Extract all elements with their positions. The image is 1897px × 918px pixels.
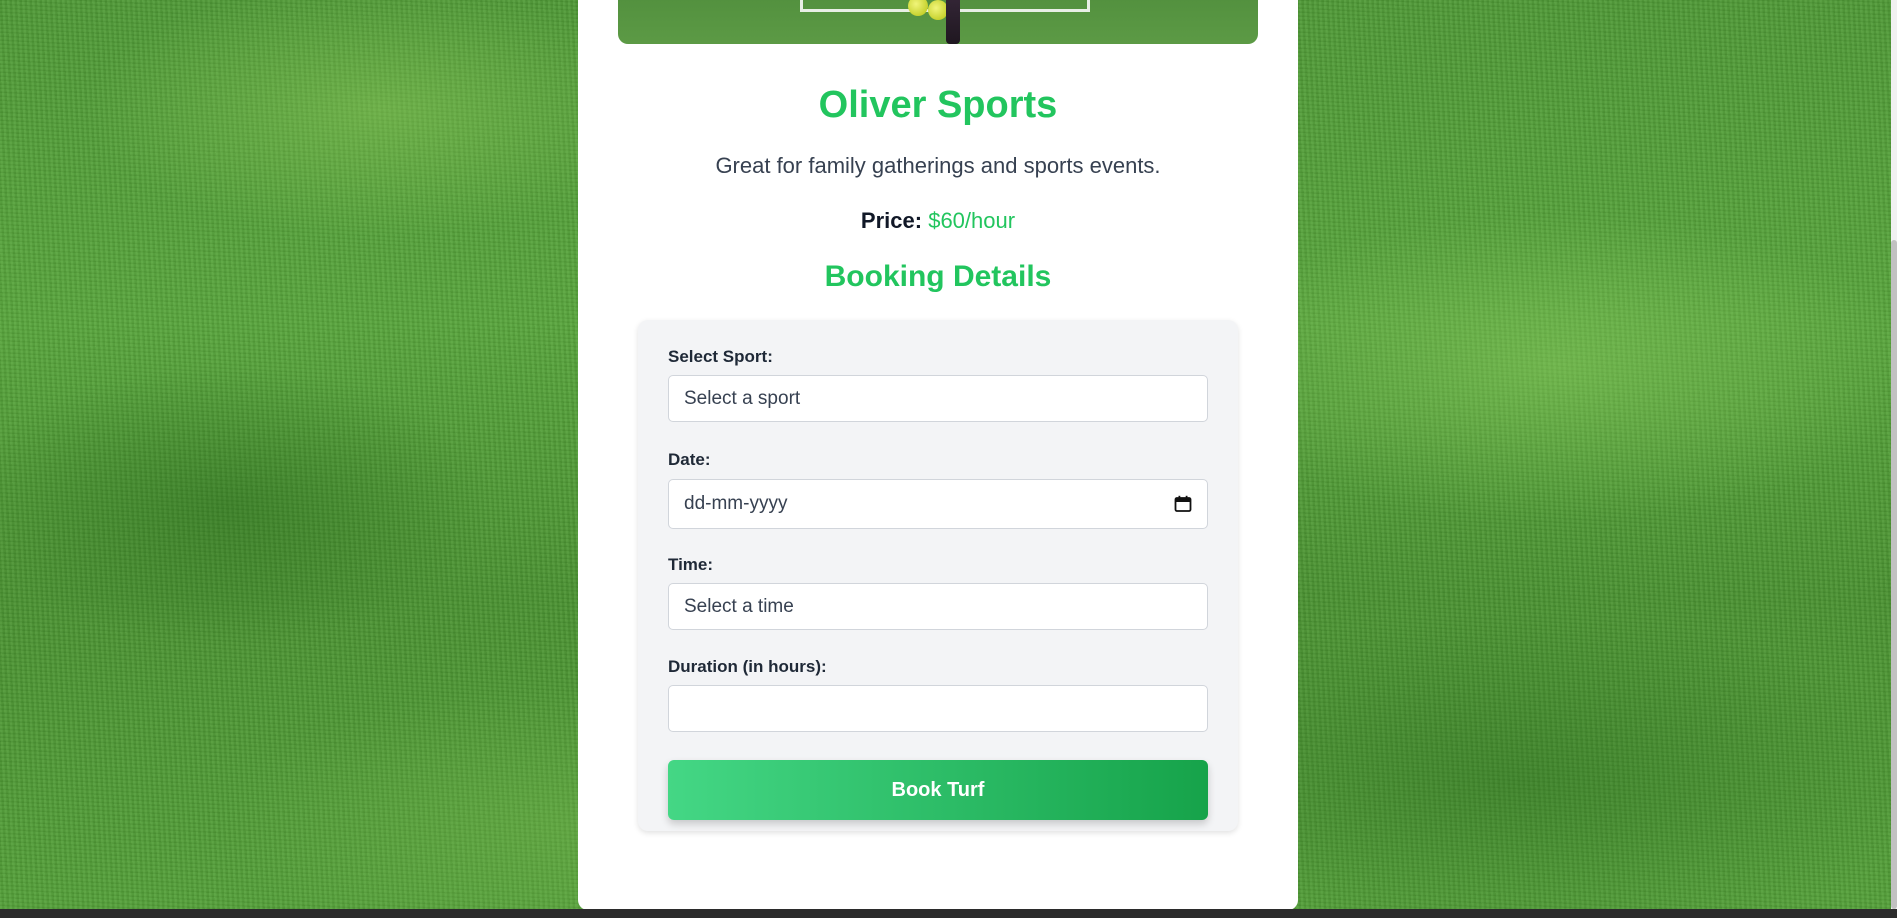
booking-form: Select Sport: Select a sport Date: dd-mm… xyxy=(638,320,1238,831)
date-input[interactable]: dd-mm-yyyy xyxy=(668,479,1208,529)
price-value: $60/hour xyxy=(928,208,1016,233)
calendar-icon[interactable] xyxy=(1174,495,1192,513)
sport-select-value: Select a sport xyxy=(684,387,801,409)
venue-price: Price: $60/hour xyxy=(578,208,1298,234)
time-select-value: Select a time xyxy=(684,595,794,617)
duration-label: Duration (in hours): xyxy=(668,657,827,676)
tennis-ball xyxy=(928,0,948,20)
page-scrollbar[interactable] xyxy=(1891,0,1897,909)
sport-label: Select Sport: xyxy=(668,347,773,366)
time-select[interactable]: Select a time xyxy=(668,583,1208,630)
venue-description: Great for family gatherings and sports e… xyxy=(715,153,1161,178)
venue-name: Oliver Sports xyxy=(818,84,1058,126)
duration-input[interactable] xyxy=(668,685,1208,732)
time-label: Time: xyxy=(668,555,714,574)
tennis-ball xyxy=(908,0,928,16)
scrollbar-thumb[interactable] xyxy=(1891,240,1897,909)
venue-image xyxy=(618,0,1258,44)
book-turf-button[interactable]: Book Turf xyxy=(668,760,1208,820)
venue-card: Oliver Sports Great for family gathering… xyxy=(578,0,1298,910)
sport-select[interactable]: Select a sport xyxy=(668,375,1208,422)
racket xyxy=(946,0,960,44)
date-placeholder: dd-mm-yyyy xyxy=(684,493,788,514)
date-label: Date: xyxy=(668,450,711,469)
price-label: Price: xyxy=(860,208,923,233)
bottom-strip xyxy=(0,909,1897,918)
booking-heading: Booking Details xyxy=(824,260,1052,293)
